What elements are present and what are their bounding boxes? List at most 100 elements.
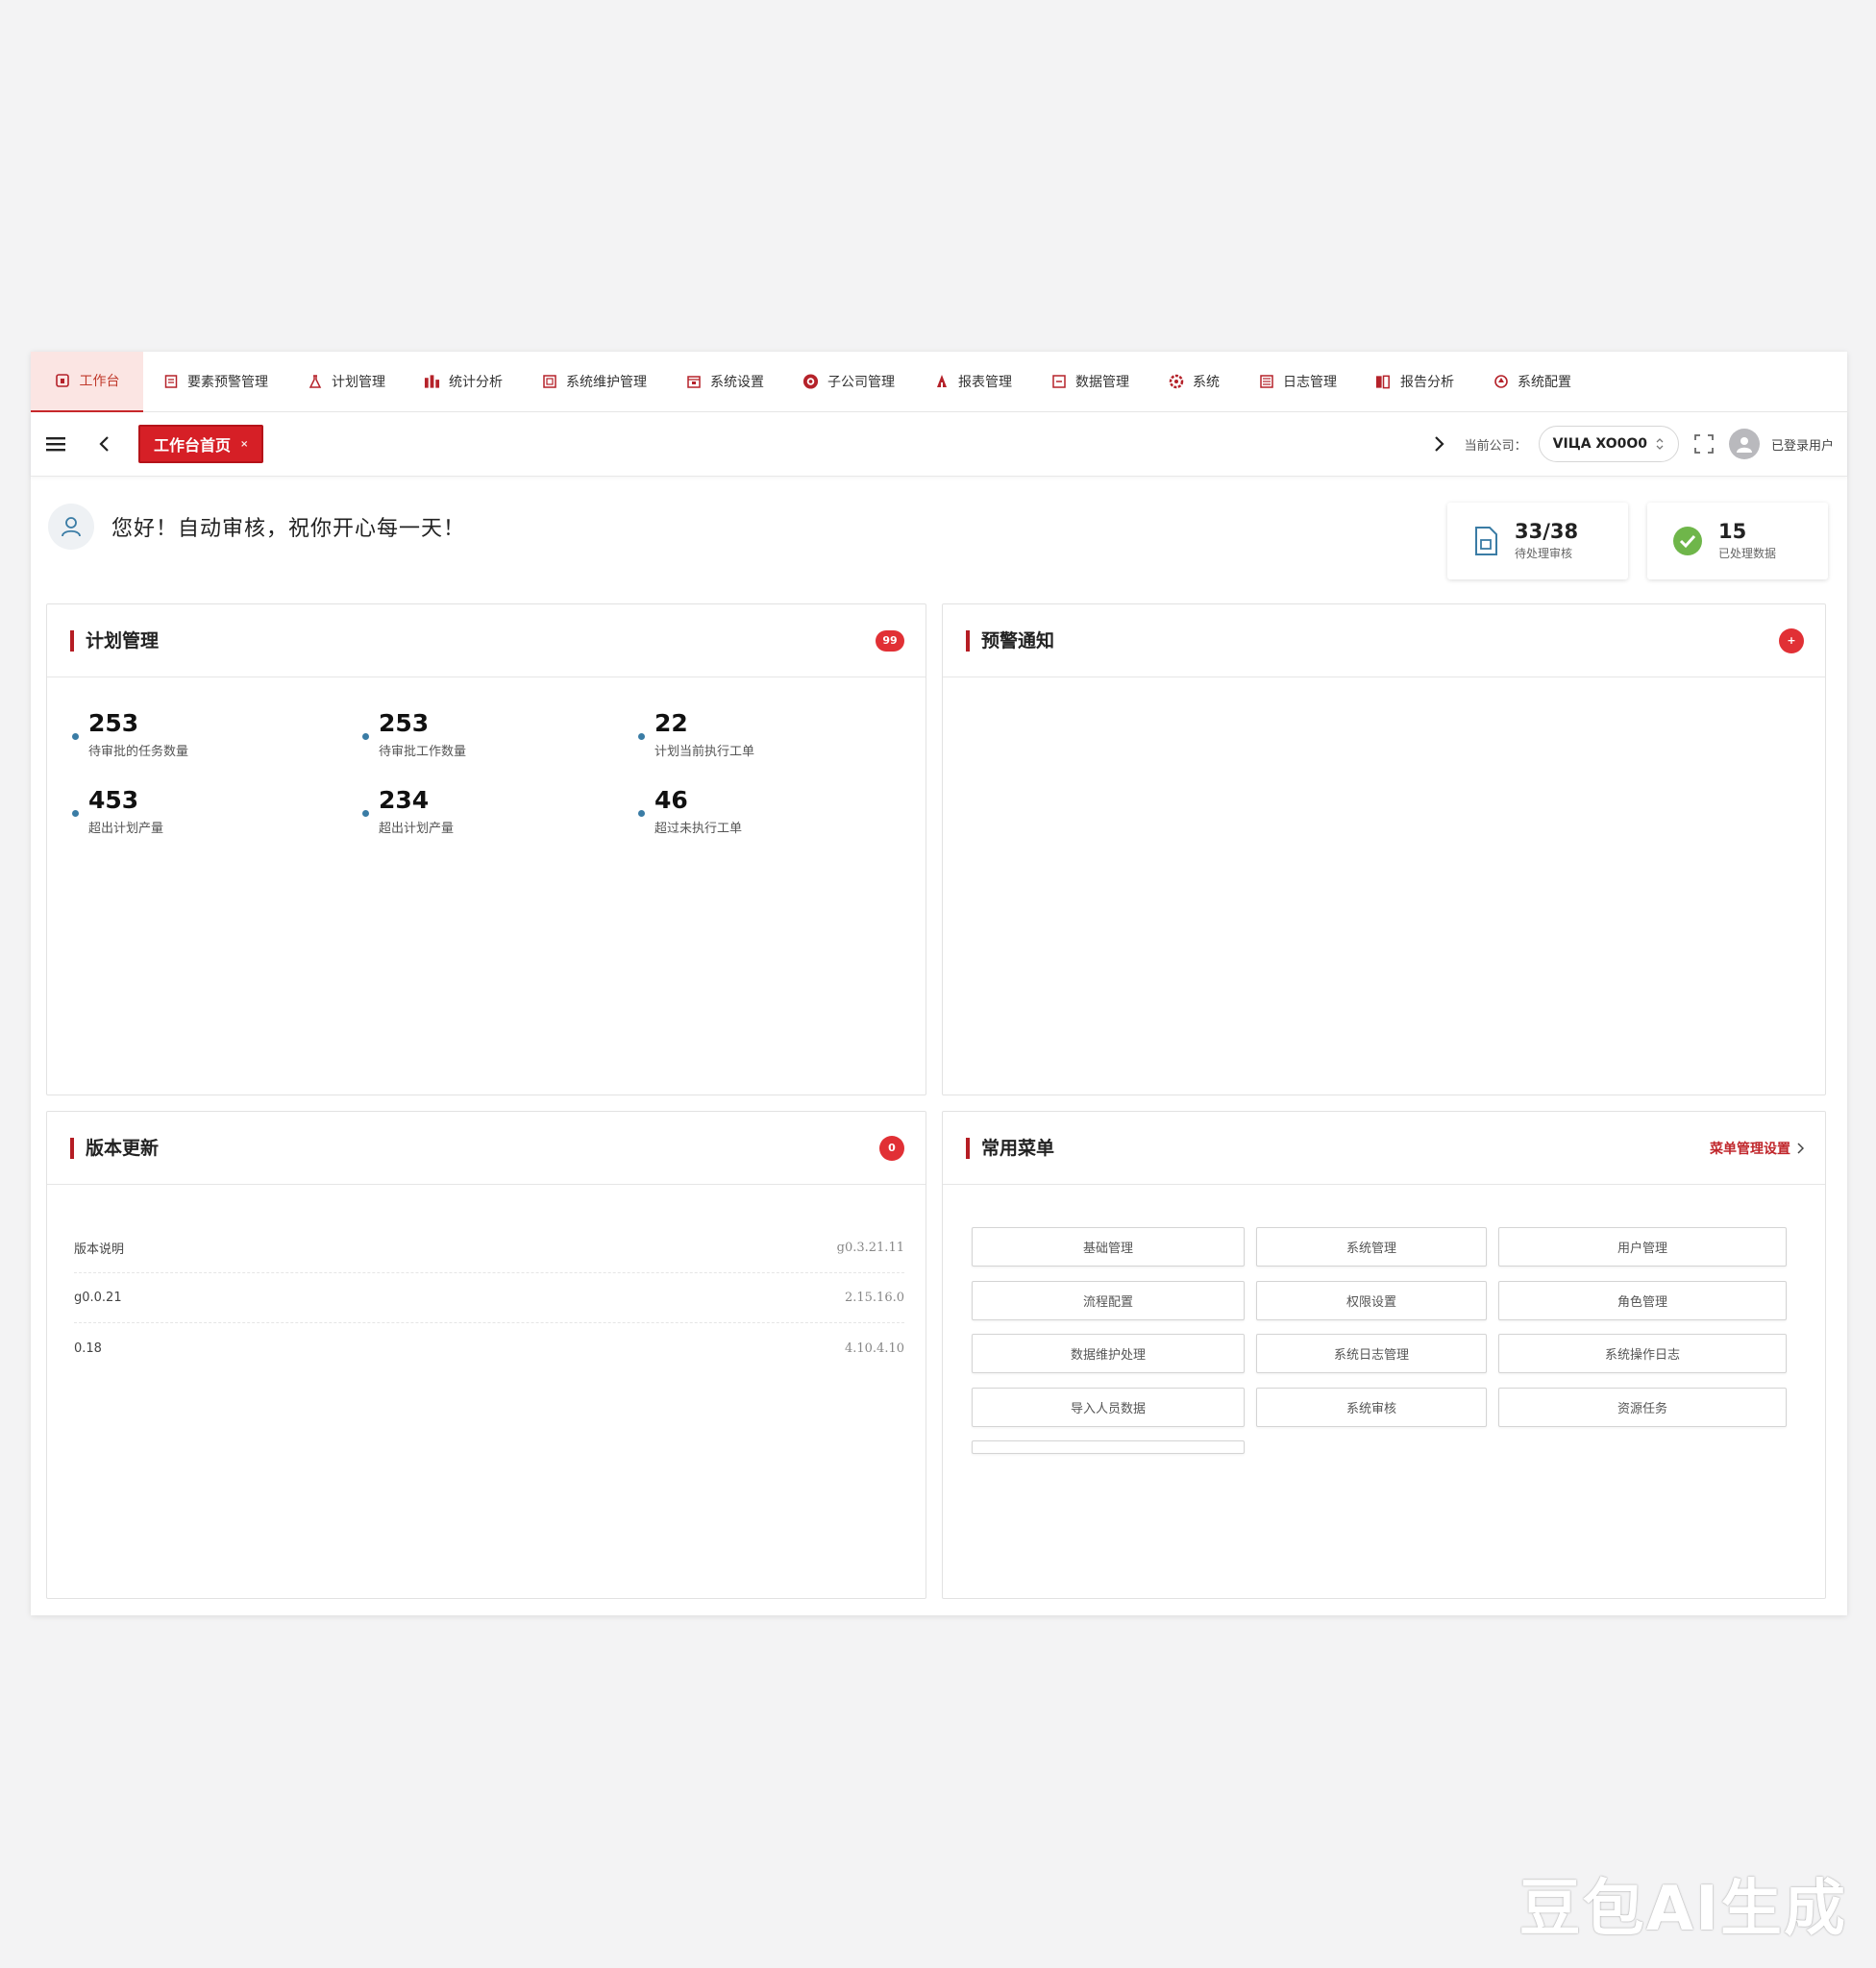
- menu-shortcut-button[interactable]: 流程配置: [972, 1280, 1245, 1320]
- menu-toggle-button[interactable]: [42, 430, 69, 457]
- app-window: 工作台 要素预警管理 计划管理 统计分析 系统维护管理 系统设置 子公司管理 报表管理 数据管理…: [31, 351, 1847, 1615]
- module-tab-13[interactable]: 系统配置: [1473, 352, 1591, 412]
- menu-shortcut-button[interactable]: 系统日志管理: [1256, 1334, 1487, 1373]
- page-tab-home[interactable]: 工作台首页 ×: [138, 425, 264, 463]
- plan-stat[interactable]: 234 超出计划产量: [362, 787, 454, 836]
- panel-title: 预警通知: [966, 629, 1054, 652]
- menu-shortcut-button[interactable]: 角色管理: [1498, 1280, 1787, 1320]
- plan-stat-value: 253: [379, 709, 430, 737]
- page-tab-label: 工作台首页: [154, 436, 232, 455]
- module-tab-label: 数据管理: [1075, 375, 1129, 390]
- panel-header: 预警通知 +: [943, 604, 1825, 677]
- close-icon[interactable]: ×: [240, 439, 248, 450]
- menu-shortcut-button[interactable]: 数据维护处理: [972, 1334, 1245, 1373]
- count-badge[interactable]: 99: [876, 629, 904, 652]
- menu-settings-link[interactable]: 菜单管理设置: [1710, 1139, 1804, 1158]
- greeting-avatar: [48, 504, 94, 550]
- module-tab-7[interactable]: 子公司管理: [783, 352, 914, 412]
- tree-icon: [933, 374, 950, 390]
- watermark: 豆包AI生成: [1518, 1874, 1847, 1945]
- panel-title: 计划管理: [70, 629, 159, 652]
- plan-stat[interactable]: 453 超出计划产量: [72, 787, 163, 836]
- username[interactable]: 已登录用户: [1771, 435, 1834, 454]
- module-tab-label: 工作台: [79, 374, 120, 389]
- bullet-dot: [638, 810, 645, 817]
- plan-stat-label: 计划当前执行工单: [654, 744, 755, 759]
- module-tab-label: 报告分析: [1400, 375, 1454, 390]
- hamburger-icon: [46, 437, 65, 452]
- fullscreen-button[interactable]: [1691, 430, 1717, 457]
- list-icon: [1258, 374, 1274, 390]
- menu-panel: 常用菜单 菜单管理设置 基础管理 系统管理 用户管理 流程配置 权限设置 角色管理 数据维护…: [942, 1111, 1826, 1599]
- version-name: 0.18: [74, 1341, 102, 1356]
- module-tab-1[interactable]: 工作台: [31, 351, 143, 412]
- company-select[interactable]: VIЦA XO0O0: [1538, 426, 1679, 462]
- module-tab-5[interactable]: 系统维护管理: [522, 352, 666, 412]
- flask-icon: [307, 374, 323, 390]
- user-outline-icon: [62, 517, 81, 537]
- form-icon: [541, 374, 557, 390]
- plan-stat[interactable]: 253 待审批工作数量: [362, 710, 466, 759]
- module-tab-11[interactable]: 日志管理: [1239, 352, 1356, 412]
- alert-panel: 预警通知 +: [942, 603, 1826, 1095]
- menu-shortcut-button[interactable]: [972, 1440, 1245, 1454]
- plan-stat[interactable]: 46 超过未执行工单: [638, 787, 742, 836]
- bullet-dot: [72, 810, 79, 817]
- stat-card-processed[interactable]: 15 已处理数据: [1647, 503, 1828, 579]
- avatar[interactable]: [1728, 429, 1760, 459]
- greeting-text: 您好！自动审核，祝你开心每一天！: [111, 517, 466, 541]
- module-tab-2[interactable]: 要素预警管理: [143, 352, 287, 412]
- plan-stat-value: 234: [379, 786, 430, 814]
- menu-shortcut-button[interactable]: 用户管理: [1498, 1227, 1787, 1267]
- menu-shortcut-button[interactable]: 资源任务: [1498, 1387, 1787, 1427]
- module-tab-label: 子公司管理: [827, 375, 895, 390]
- module-tab-label: 系统设置: [710, 375, 764, 390]
- chart-icon: [424, 374, 440, 390]
- version-panel: 版本更新 0 版本说明 g0.3.21.11 g0.0.21 2.15.16.0 0.1…: [46, 1111, 926, 1599]
- menu-shortcut-button[interactable]: 系统审核: [1256, 1387, 1487, 1427]
- module-tab-10[interactable]: 系统: [1148, 352, 1239, 412]
- version-row[interactable]: 0.18 4.10.4.10: [74, 1323, 904, 1373]
- module-tab-8[interactable]: 报表管理: [914, 352, 1031, 412]
- module-tab-label: 统计分析: [449, 375, 503, 390]
- back-button[interactable]: [90, 430, 117, 457]
- version-row[interactable]: g0.0.21 2.15.16.0: [74, 1273, 904, 1323]
- version-date: g0.3.21.11: [836, 1241, 904, 1255]
- count-badge[interactable]: 0: [879, 1135, 904, 1161]
- folder-icon: [1050, 374, 1067, 390]
- plan-stat-value: 46: [654, 786, 688, 814]
- stat-card-pending[interactable]: 33/38 待处理审核: [1447, 503, 1628, 579]
- module-tab-label: 报表管理: [958, 375, 1012, 390]
- plan-stat[interactable]: 253 待审批的任务数量: [72, 710, 188, 759]
- stat-label: 待处理审核: [1515, 547, 1573, 561]
- menu-settings-label: 菜单管理设置: [1710, 1141, 1790, 1157]
- module-tab-4[interactable]: 统计分析: [405, 352, 522, 412]
- module-tab-12[interactable]: 报告分析: [1356, 352, 1473, 412]
- bullet-dot: [362, 733, 369, 740]
- menu-shortcut-button[interactable]: 权限设置: [1256, 1280, 1487, 1320]
- version-list: 版本说明 g0.3.21.11 g0.0.21 2.15.16.0 0.18 4.10.4…: [74, 1223, 904, 1373]
- module-tab-9[interactable]: 数据管理: [1031, 352, 1148, 412]
- menu-shortcut-button[interactable]: 基础管理: [972, 1227, 1245, 1267]
- company-value: VIЦA XO0O0: [1552, 436, 1647, 452]
- report-icon: [1375, 374, 1392, 390]
- plan-stat-label: 超出计划产量: [88, 821, 164, 836]
- check-circle-icon: [1673, 527, 1702, 555]
- company-label: 当前公司：: [1464, 438, 1527, 454]
- add-badge[interactable]: +: [1779, 627, 1804, 653]
- menu-shortcut-button[interactable]: 系统管理: [1256, 1227, 1487, 1267]
- plan-stat[interactable]: 22 计划当前执行工单: [638, 710, 754, 759]
- calendar-icon: [685, 374, 702, 390]
- menu-shortcut-button[interactable]: 系统操作日志: [1498, 1334, 1787, 1373]
- plan-stat-label: 超出计划产量: [379, 821, 455, 836]
- menu-shortcut-button[interactable]: 导入人员数据: [972, 1387, 1245, 1427]
- toolbar: 工作台首页 × 当前公司： VIЦA XO0O0 已登录用户: [31, 412, 1847, 477]
- version-row[interactable]: 版本说明 g0.3.21.11: [74, 1223, 904, 1273]
- module-tab-label: 日志管理: [1283, 375, 1337, 390]
- forward-button[interactable]: [1426, 430, 1453, 457]
- panel-header: 计划管理 99: [47, 604, 926, 677]
- version-date: 4.10.4.10: [844, 1341, 904, 1356]
- module-tab-6[interactable]: 系统设置: [666, 352, 783, 412]
- plan-stat-label: 待审批工作数量: [379, 744, 467, 759]
- module-tab-3[interactable]: 计划管理: [287, 352, 405, 412]
